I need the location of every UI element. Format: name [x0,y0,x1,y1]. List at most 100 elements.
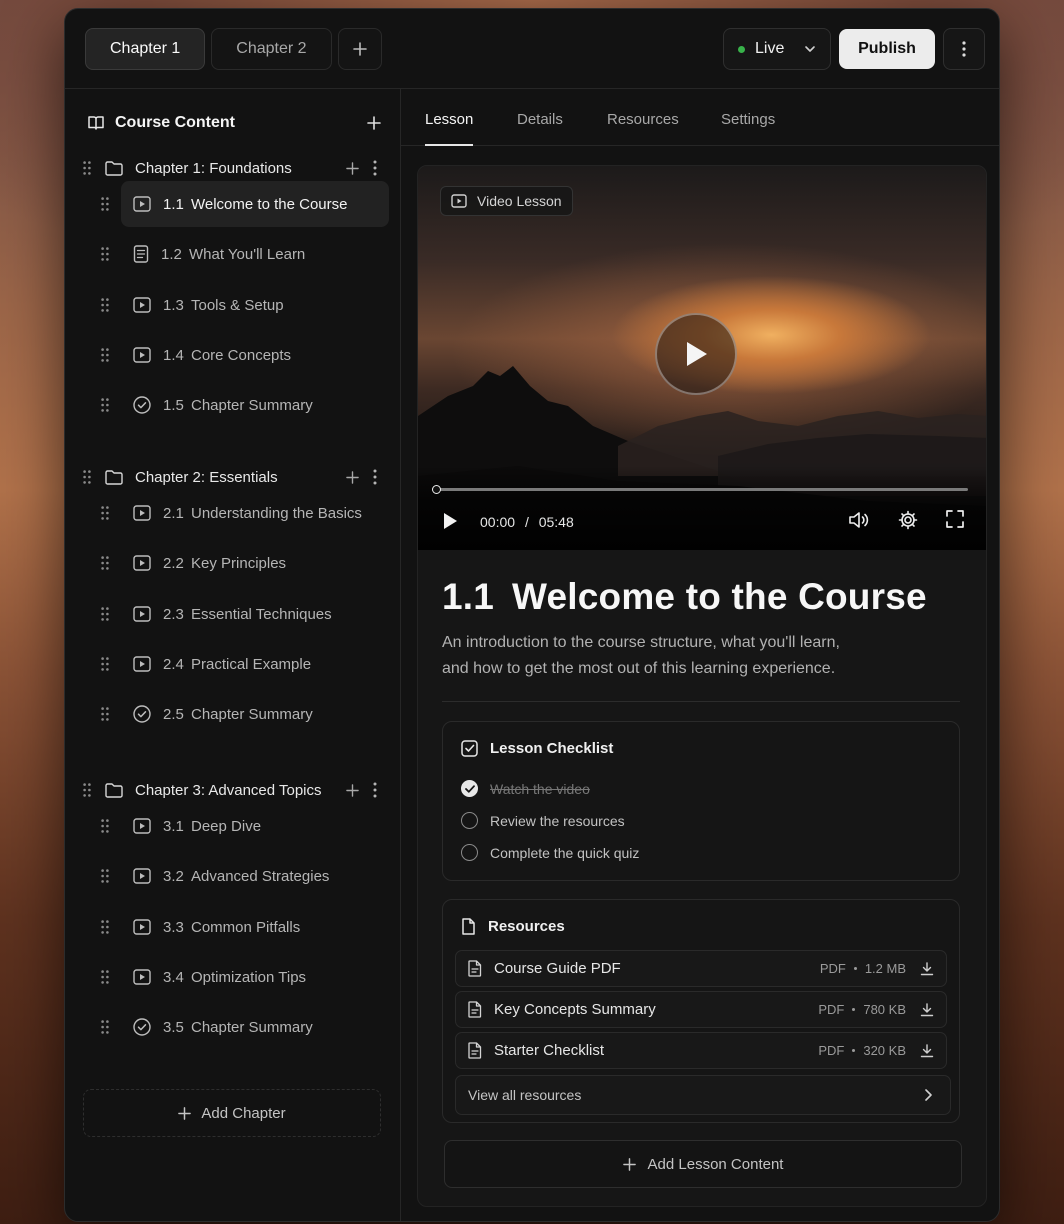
download-icon[interactable] [920,1043,934,1058]
lesson-item-body[interactable]: 3.4 Optimization Tips [121,954,389,1000]
lesson-number: 1.4 [163,346,184,364]
drag-handle-icon[interactable] [101,556,109,570]
drag-handle-icon[interactable] [101,1020,109,1034]
resource-name: Key Concepts Summary [494,1001,656,1018]
add-lesson-plus-icon[interactable] [346,161,359,175]
drag-handle-icon[interactable] [101,970,109,984]
chapter-more-icon[interactable] [373,469,377,485]
lesson-item[interactable]: 3.3 Common Pitfalls [97,904,389,950]
volume-icon[interactable] [848,510,870,530]
lesson-item-body[interactable]: 1.4 Core Concepts [121,332,389,378]
download-icon[interactable] [920,1002,934,1017]
lesson-item-body[interactable]: 2.4 Practical Example [121,641,389,687]
resource-row[interactable]: Key Concepts Summary PDF 780 KB [455,991,947,1028]
drag-handle-icon[interactable] [83,470,91,484]
add-chapter-button[interactable]: Add Chapter [83,1089,381,1137]
add-lesson-plus-icon[interactable] [346,783,359,797]
video-player[interactable]: Video Lesson 00:00 / 05:48 [418,166,986,550]
download-icon[interactable] [920,961,934,976]
drag-handle-icon[interactable] [101,707,109,721]
chapter-row[interactable]: Chapter 3: Advanced Topics [83,773,383,807]
add-content-plus-icon[interactable] [367,116,381,130]
lesson-item-body[interactable]: 1.2 What You'll Learn [121,231,389,277]
lesson-number: 2.2 [163,554,184,572]
play-button[interactable] [442,512,458,530]
lesson-item[interactable]: 3.1 Deep Dive [97,803,389,849]
lesson-item-body[interactable]: 1.3 Tools & Setup [121,282,389,328]
lesson-item[interactable]: 2.3 Essential Techniques [97,591,389,637]
lesson-item-body[interactable]: 2.1 Understanding the Basics [121,490,389,536]
lesson-item[interactable]: 2.4 Practical Example [97,641,389,687]
drag-handle-icon[interactable] [101,247,109,261]
chapter-more-icon[interactable] [373,782,377,798]
drag-handle-icon[interactable] [101,398,109,412]
video-progress-knob[interactable] [432,485,441,494]
add-lesson-plus-icon[interactable] [346,470,359,484]
video-progress-bar[interactable] [432,485,968,494]
lesson-item-body[interactable]: 1.1 Welcome to the Course [121,181,389,227]
checklist-item-review[interactable]: Review the resources [461,812,625,829]
chapter-row[interactable]: Chapter 2: Essentials [83,460,383,494]
resource-row[interactable]: Starter Checklist PDF 320 KB [455,1032,947,1069]
lesson-item-body[interactable]: 3.1 Deep Dive [121,803,389,849]
play-icon [687,342,707,366]
lesson-item-body[interactable]: 3.5 Chapter Summary [121,1004,389,1050]
lesson-item[interactable]: 3.5 Chapter Summary [97,1004,389,1050]
lesson-item-body[interactable]: 2.3 Essential Techniques [121,591,389,637]
more-options-button[interactable] [943,28,985,70]
tab-settings[interactable]: Settings [721,111,775,144]
drag-handle-icon[interactable] [101,819,109,833]
drag-handle-icon[interactable] [101,607,109,621]
chapter-tab-1[interactable]: Chapter 1 [85,28,206,70]
top-actions: Live Publish [723,28,985,70]
drag-handle-icon[interactable] [101,197,109,211]
checklist-header: Lesson Checklist [461,740,613,757]
view-all-resources-link[interactable]: View all resources [455,1075,951,1115]
chapter-row[interactable]: Chapter 1: Foundations [83,151,383,185]
tab-resources[interactable]: Resources [607,111,679,144]
lesson-item[interactable]: 3.2 Advanced Strategies [97,853,389,899]
drag-handle-icon[interactable] [101,657,109,671]
lesson-item[interactable]: 2.1 Understanding the Basics [97,490,389,536]
drag-handle-icon[interactable] [83,161,91,175]
tab-details[interactable]: Details [517,111,563,144]
lesson-item-body[interactable]: 3.2 Advanced Strategies [121,853,389,899]
publish-button[interactable]: Publish [839,29,935,69]
video-icon [133,196,151,212]
add-lesson-content-button[interactable]: Add Lesson Content [444,1140,962,1188]
status-dropdown[interactable]: Live [723,28,831,70]
top-bar: Chapter 1 Chapter 2 Live Publish [65,9,999,89]
lesson-item[interactable]: 1.1 Welcome to the Course [97,181,389,227]
resource-type: PDF [818,1043,845,1058]
chapter-more-icon[interactable] [373,160,377,176]
plus-icon [622,1157,636,1171]
lesson-item[interactable]: 2.2 Key Principles [97,540,389,586]
drag-handle-icon[interactable] [101,920,109,934]
lesson-item-body[interactable]: 2.5 Chapter Summary [121,691,389,737]
lesson-item[interactable]: 3.4 Optimization Tips [97,954,389,1000]
drag-handle-icon[interactable] [101,298,109,312]
chapter-tab-2[interactable]: Chapter 2 [211,28,332,70]
lesson-item[interactable]: 1.5 Chapter Summary [97,382,389,428]
resources-title: Resources [488,918,565,935]
lesson-item[interactable]: 1.4 Core Concepts [97,332,389,378]
drag-handle-icon[interactable] [101,869,109,883]
lesson-item-body[interactable]: 3.3 Common Pitfalls [121,904,389,950]
lesson-title: 1.1 Welcome to the Course [442,576,927,618]
resource-row[interactable]: Course Guide PDF PDF 1.2 MB [455,950,947,987]
lesson-item[interactable]: 1.2 What You'll Learn [97,231,389,277]
tab-lesson[interactable]: Lesson [425,111,474,146]
lesson-item[interactable]: 1.3 Tools & Setup [97,282,389,328]
drag-handle-icon[interactable] [101,506,109,520]
settings-gear-icon[interactable] [898,510,918,530]
big-play-button[interactable] [655,313,737,395]
add-chapter-tab-button[interactable] [337,28,382,70]
checklist-item-quiz[interactable]: Complete the quick quiz [461,844,639,861]
fullscreen-icon[interactable] [946,510,964,528]
lesson-item-body[interactable]: 1.5 Chapter Summary [121,382,389,428]
drag-handle-icon[interactable] [101,348,109,362]
lesson-item-body[interactable]: 2.2 Key Principles [121,540,389,586]
drag-handle-icon[interactable] [83,783,91,797]
lesson-item[interactable]: 2.5 Chapter Summary [97,691,389,737]
checklist-item-watch[interactable]: Watch the video [461,780,590,797]
